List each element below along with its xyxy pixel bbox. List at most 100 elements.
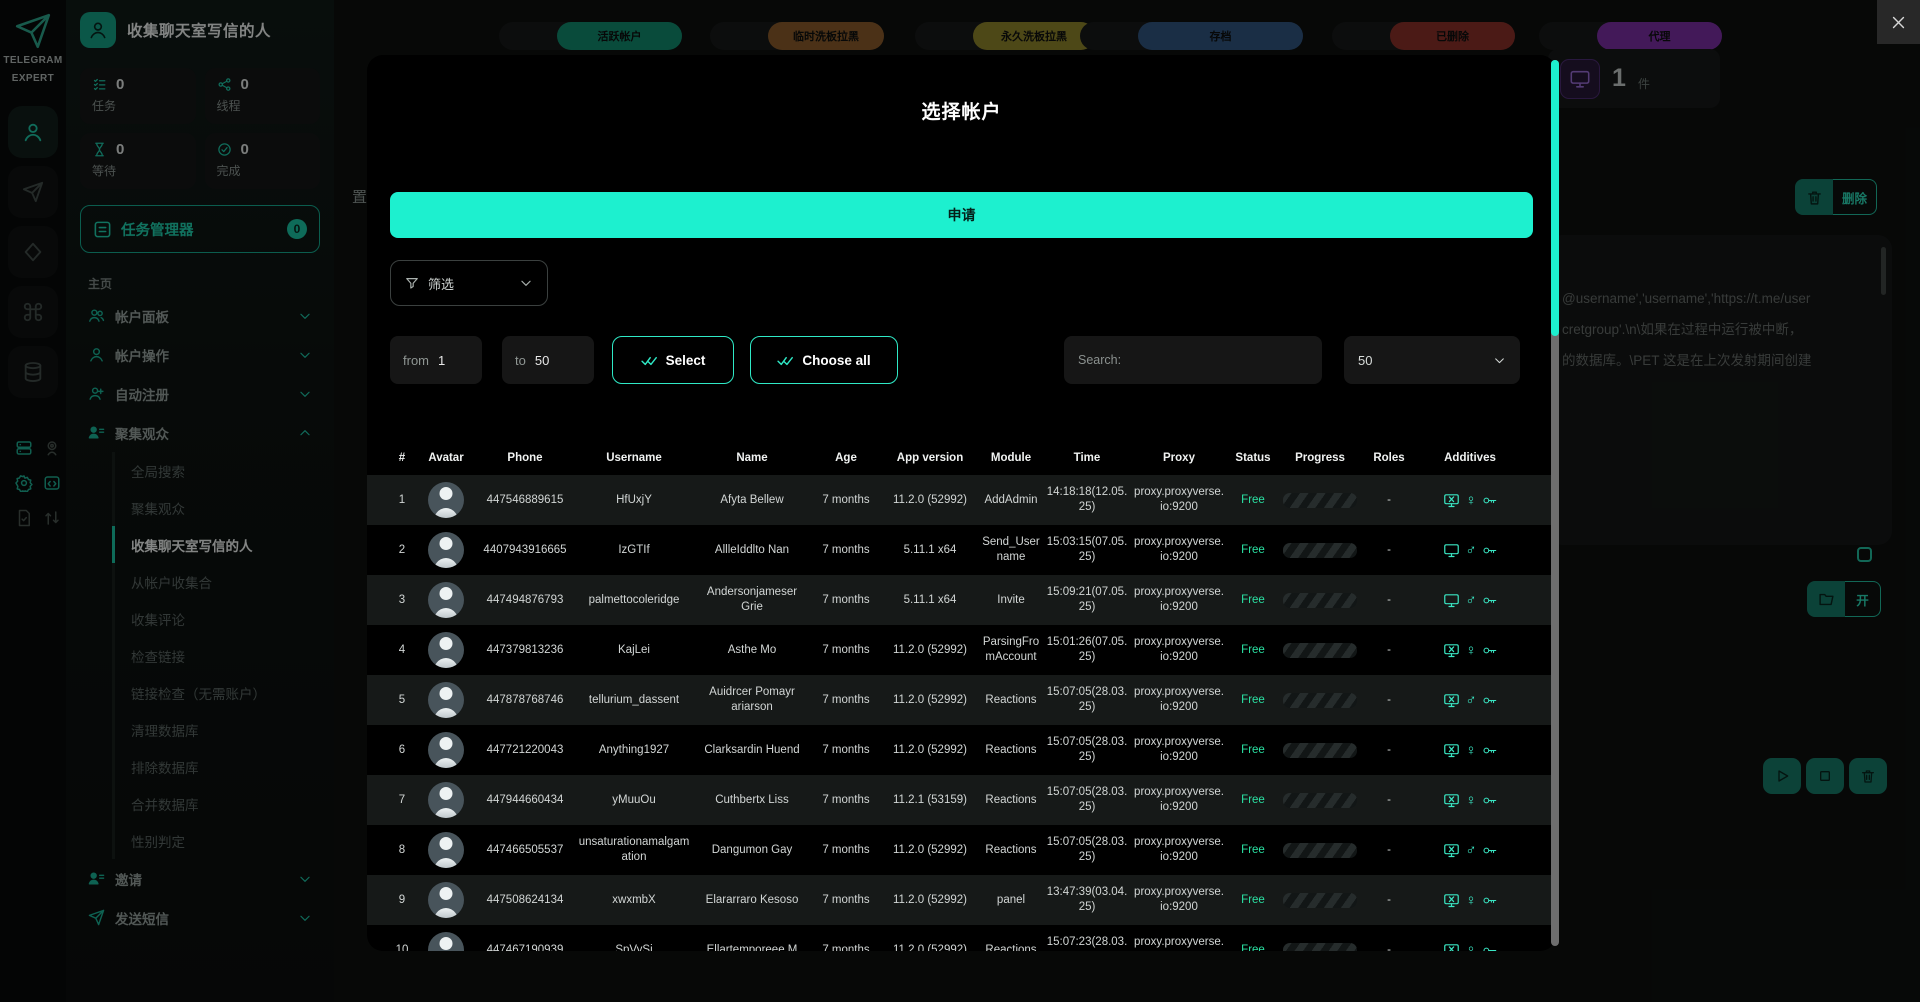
- cell-roles: -: [1387, 743, 1391, 756]
- monitor-icon: [1443, 542, 1460, 559]
- progress-bar: [1283, 842, 1357, 858]
- cell-module: Reactions: [985, 693, 1037, 706]
- row-number: 9: [398, 893, 406, 906]
- avatar: [428, 582, 464, 618]
- cell-proxy: proxy.proxyverse.io:9200: [1134, 636, 1224, 663]
- double-check-icon: [641, 352, 658, 369]
- cell-time: 15:03:15(07.05.25): [1046, 536, 1128, 563]
- male-icon: ♂: [1465, 591, 1477, 609]
- row-number: 8: [398, 843, 406, 856]
- cell-proxy: proxy.proxyverse.io:9200: [1134, 886, 1224, 913]
- cell-phone: 447508624134: [486, 893, 564, 906]
- double-check-icon: [777, 352, 794, 369]
- cell-phone: 447721220043: [486, 743, 564, 756]
- cell-name: Ellartemporeee M: [706, 943, 798, 951]
- column-header: Avatar: [428, 452, 464, 464]
- monitor-x-icon: [1443, 492, 1460, 509]
- funnel-icon: [405, 276, 419, 290]
- table-row[interactable]: 6 447721220043 Anything1927 Clarksardin Hue…: [367, 725, 1556, 775]
- cell-additives: ♀: [1417, 638, 1523, 663]
- avatar: [428, 732, 464, 768]
- cell-username: Anything1927: [598, 743, 670, 756]
- status-badge: Free: [1241, 543, 1265, 556]
- column-header: Progress: [1295, 452, 1345, 464]
- cell-time: 13:47:39(03.04.25): [1046, 886, 1128, 913]
- cell-phone: 447466505537: [486, 843, 564, 856]
- cell-time: 15:07:05(28.03.25): [1046, 686, 1128, 713]
- status-badge: Free: [1241, 943, 1265, 951]
- cell-time: 15:07:23(28.03.25): [1046, 936, 1128, 949]
- status-badge: Free: [1241, 693, 1265, 706]
- filter-label: 筛选: [428, 276, 455, 292]
- column-header: Name: [736, 452, 768, 464]
- progress-bar: [1283, 592, 1357, 608]
- key-icon: [1482, 493, 1497, 508]
- search-input[interactable]: [1064, 336, 1322, 384]
- cell-additives: ♂: [1417, 688, 1523, 713]
- cell-module: Reactions: [985, 843, 1037, 856]
- cell-module: Reactions: [985, 943, 1037, 951]
- key-icon: [1482, 743, 1497, 758]
- table-row[interactable]: 2 4407943916665 IzGTIf AllleIddlto Nan 7 mon…: [367, 525, 1556, 575]
- cell-proxy: proxy.proxyverse.io:9200: [1134, 836, 1224, 863]
- cell-app-version: 11.2.0 (52992): [893, 643, 967, 656]
- table-row[interactable]: 10 447467190939 SpVySi Ellartemporeee M 7 mo…: [367, 925, 1556, 951]
- table-row[interactable]: 8 447466505537 unsaturationamalgamation Dan…: [367, 825, 1556, 875]
- to-input[interactable]: to 50: [502, 336, 594, 384]
- cell-phone: 447878768746: [486, 693, 564, 706]
- modal-scrollbar-thumb[interactable]: [1551, 60, 1559, 336]
- column-header: Proxy: [1163, 452, 1195, 464]
- cell-time: 15:09:21(07.05.25): [1046, 586, 1128, 613]
- female-icon: ♀: [1465, 891, 1477, 909]
- cell-additives: ♀: [1417, 738, 1523, 763]
- table-row[interactable]: 9 447508624134 xwxmbX Elararraro Kesoso 7 mo…: [367, 875, 1556, 925]
- cell-name: AllleIddlto Nan: [714, 543, 790, 556]
- progress-bar: [1283, 792, 1357, 808]
- cell-name: Clarksardin Huend: [704, 743, 800, 756]
- progress-bar: [1283, 542, 1357, 558]
- cell-time: 15:07:05(28.03.25): [1046, 736, 1128, 763]
- cell-module: ParsingFromAccount: [982, 636, 1040, 663]
- avatar: [428, 932, 464, 951]
- key-icon: [1482, 893, 1497, 908]
- cell-app-version: 11.2.0 (52992): [893, 843, 967, 856]
- chevron-down-icon: [1493, 354, 1506, 367]
- cell-phone: 447944660434: [486, 793, 564, 806]
- table-row[interactable]: 7 447944660434 yMuuOu Cuthbertx Liss 7 month…: [367, 775, 1556, 825]
- select-button[interactable]: Select: [612, 336, 734, 384]
- apply-button[interactable]: 申请: [390, 192, 1533, 238]
- filter-dropdown[interactable]: 筛选: [390, 260, 548, 306]
- choose-all-button[interactable]: Choose all: [750, 336, 898, 384]
- status-badge: Free: [1241, 743, 1265, 756]
- column-header: Additives: [1444, 452, 1496, 464]
- table-row[interactable]: 3 447494876793 palmettocoleridge Andersonja…: [367, 575, 1556, 625]
- female-icon: ♀: [1465, 491, 1477, 509]
- progress-bar: [1283, 492, 1357, 508]
- from-input[interactable]: from 1: [390, 336, 482, 384]
- cell-module: Invite: [997, 593, 1025, 606]
- table-row[interactable]: 1 447546889615 HfUxjY Afyta Bellew 7 months 1…: [367, 475, 1556, 525]
- monitor-x-icon: [1443, 792, 1460, 809]
- cell-age: 7 months: [822, 793, 870, 806]
- avatar: [428, 482, 464, 518]
- status-badge: Free: [1241, 493, 1265, 506]
- cell-phone: 447546889615: [486, 493, 564, 506]
- row-number: 10: [395, 943, 409, 951]
- modal-scrollbar[interactable]: [1551, 60, 1559, 946]
- cell-name: Afyta Bellew: [720, 493, 784, 506]
- cell-module: AddAdmin: [984, 493, 1038, 506]
- cell-username: SpVySi: [615, 943, 653, 951]
- table-row[interactable]: 5 447878768746 tellurium_dassent Auidrcer P…: [367, 675, 1556, 725]
- close-button[interactable]: [1877, 0, 1920, 44]
- page-size-select[interactable]: 50: [1344, 336, 1520, 384]
- key-icon: [1482, 793, 1497, 808]
- cell-additives: ♀: [1417, 888, 1523, 913]
- cell-name: Asthe Mo: [727, 643, 777, 656]
- cell-proxy: proxy.proxyverse.io:9200: [1134, 936, 1224, 949]
- key-icon: [1482, 593, 1497, 608]
- table-row[interactable]: 4 447379813236 KajLei Asthe Mo 7 months 11.2.…: [367, 625, 1556, 675]
- chevron-down-icon: [519, 276, 533, 290]
- avatar: [428, 782, 464, 818]
- cell-age: 7 months: [822, 693, 870, 706]
- column-header: #: [398, 452, 406, 464]
